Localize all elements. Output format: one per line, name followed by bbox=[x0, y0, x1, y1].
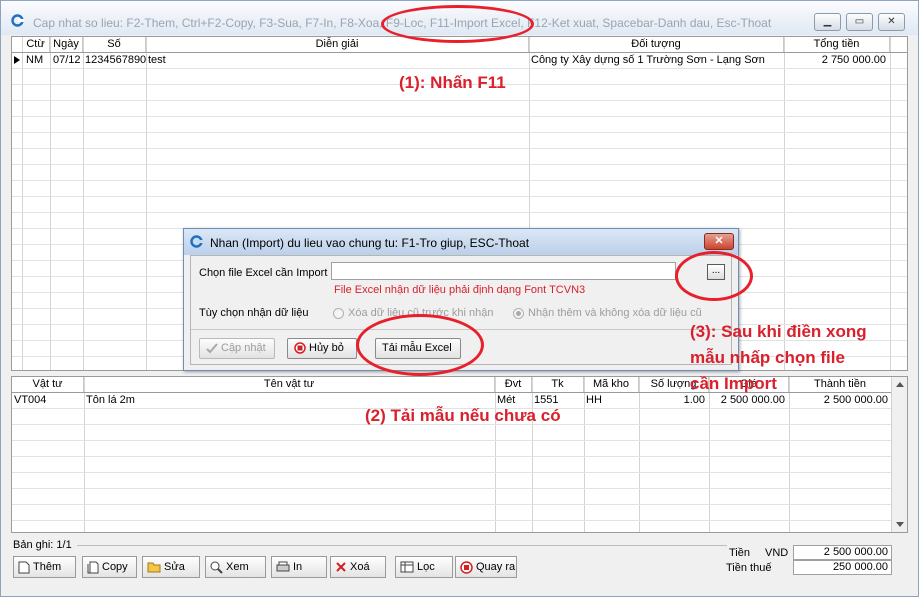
col-header-vat-tu[interactable]: Vật tư bbox=[12, 377, 84, 392]
col-header-ngay[interactable]: Ngày bbox=[50, 37, 83, 52]
checkmark-icon bbox=[206, 342, 218, 354]
annotation-step-3-line-2: mẫu nhấp chọn file bbox=[690, 348, 845, 367]
option-append-label: Nhận thêm và không xóa dữ liệu cũ bbox=[528, 307, 702, 319]
col-header-doi-tuong[interactable]: Đối tượng bbox=[529, 37, 784, 52]
stop-icon bbox=[294, 342, 306, 354]
cancel-button[interactable]: Hủy bỏ bbox=[287, 338, 357, 359]
app-logo-icon bbox=[11, 14, 24, 27]
currency-label: VND bbox=[765, 547, 789, 559]
annotation-step-3-line-1: (3): Sau khi điền xong bbox=[690, 322, 867, 341]
col-header-ctu[interactable]: Ctừ bbox=[22, 37, 50, 52]
printer-icon bbox=[276, 561, 290, 572]
detail-scrollbar[interactable] bbox=[891, 377, 907, 532]
detail-grid[interactable]: Vật tư Tên vật tư Đvt Tk Mã kho Số lượng… bbox=[11, 376, 908, 533]
cell-gia: 2 500 000.00 bbox=[720, 394, 785, 406]
dialog-title-bar: Nhan (Import) du lieu vao chung tu: F1-T… bbox=[184, 229, 738, 255]
file-path-input[interactable] bbox=[331, 262, 676, 280]
col-header-tk[interactable]: Tk bbox=[532, 377, 584, 392]
col-header-ten-vat-tu[interactable]: Tên vật tư bbox=[84, 377, 495, 392]
delete-button[interactable]: Xoá bbox=[330, 556, 386, 578]
cell-tong-tien: 2 750 000.00 bbox=[821, 54, 886, 66]
filter-icon bbox=[400, 561, 414, 573]
add-button[interactable]: Thêm bbox=[13, 556, 76, 578]
row-pointer-icon bbox=[14, 56, 20, 64]
cell-ma-kho: HH bbox=[586, 394, 602, 406]
tien-value: 2 500 000.00 bbox=[793, 545, 892, 560]
view-button[interactable]: Xem bbox=[205, 556, 266, 578]
cell-thanh-tien: 2 500 000.00 bbox=[823, 394, 888, 406]
record-count: Bản ghi: 1/1 bbox=[13, 539, 72, 551]
scroll-down-icon[interactable] bbox=[896, 522, 904, 527]
delete-x-icon bbox=[336, 562, 346, 572]
annotation-step-1: (1): Nhấn F11 bbox=[399, 73, 506, 92]
col-header-ma-kho[interactable]: Mã kho bbox=[584, 377, 639, 392]
file-label: Chọn file Excel cần Import bbox=[199, 267, 328, 279]
col-header-so[interactable]: Số bbox=[83, 37, 146, 52]
filter-button[interactable]: Lọc bbox=[395, 556, 453, 578]
folder-icon bbox=[147, 562, 161, 573]
preview-icon bbox=[210, 561, 223, 574]
stop-icon bbox=[460, 560, 473, 574]
update-button[interactable]: Cập nhật bbox=[199, 338, 275, 359]
tien-thue-label: Tiền thuế bbox=[726, 562, 772, 574]
annotation-step-3-line-3: cần Import bbox=[690, 374, 777, 393]
copy-icon bbox=[87, 561, 99, 574]
cell-vat-tu: VT004 bbox=[14, 394, 47, 406]
col-header-tong-tien[interactable]: Tổng tiền bbox=[784, 37, 890, 52]
maximize-button[interactable]: ▭ bbox=[846, 13, 873, 31]
close-button[interactable]: ✕ bbox=[878, 13, 905, 31]
new-document-icon bbox=[18, 561, 30, 574]
minimize-button[interactable]: ▁ bbox=[814, 13, 841, 31]
tien-thue-value: 250 000.00 bbox=[793, 560, 892, 575]
col-header-dvt[interactable]: Đvt bbox=[495, 377, 532, 392]
footer-toolbar: Bản ghi: 1/1 Thêm Copy Sửa Xem In Xoá Lọ… bbox=[11, 537, 908, 589]
exit-button[interactable]: Quay ra bbox=[455, 556, 517, 578]
highlight-f11-ellipse bbox=[381, 5, 534, 43]
dialog-close-button[interactable]: ✕ bbox=[704, 233, 734, 250]
cell-ngay: 07/12 bbox=[53, 54, 81, 66]
font-note: File Excel nhận dữ liệu phải định dạng F… bbox=[334, 284, 586, 296]
scroll-up-icon[interactable] bbox=[896, 382, 904, 387]
cell-dien-giai: test bbox=[148, 54, 166, 66]
option-append-radio[interactable] bbox=[513, 308, 524, 319]
dialog-title: Nhan (Import) du lieu vao chung tu: F1-T… bbox=[210, 236, 530, 250]
copy-button[interactable]: Copy bbox=[82, 556, 137, 578]
main-window: Cap nhat so lieu: F2-Them, Ctrl+F2-Copy,… bbox=[0, 0, 919, 597]
edit-button[interactable]: Sửa bbox=[142, 556, 200, 578]
cell-doi-tuong: Công ty Xây dựng số 1 Trường Sơn - Lạng … bbox=[531, 54, 765, 66]
cell-so: 1234567890 bbox=[85, 54, 147, 66]
option-delete-radio[interactable] bbox=[333, 308, 344, 319]
annotation-step-2: (2) Tải mẫu nếu chưa có bbox=[365, 406, 561, 425]
app-logo-icon bbox=[190, 235, 203, 248]
option-label: Tùy chọn nhận dữ liệu bbox=[199, 307, 309, 319]
tien-label: Tiền bbox=[729, 547, 750, 559]
highlight-template-ellipse bbox=[356, 314, 484, 376]
highlight-browse-ellipse bbox=[675, 251, 753, 301]
col-header-thanh-tien[interactable]: Thành tiền bbox=[789, 377, 892, 392]
print-button[interactable]: In bbox=[271, 556, 327, 578]
cell-so-luong: 1.00 bbox=[683, 394, 705, 406]
cell-ten-vat-tu: Tôn lá 2m bbox=[86, 394, 135, 406]
cell-ctu: NM bbox=[26, 54, 44, 66]
